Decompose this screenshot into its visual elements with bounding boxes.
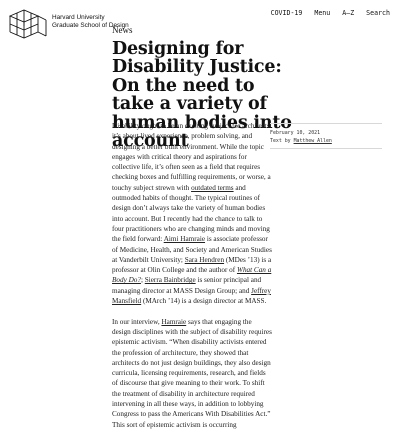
p1-text-1: Disability ought to be an exciting subje… — [112, 122, 272, 192]
link-hamraie[interactable]: Hamraie — [161, 318, 186, 326]
gsd-logo-icon[interactable] — [6, 6, 52, 46]
top-nav: COVID-19 Menu A–Z Search — [271, 9, 390, 17]
link-aimi-hamraie[interactable]: Aimi Hamraie — [164, 235, 205, 243]
nav-a-z[interactable]: A–Z — [342, 9, 354, 17]
article-body: Disability ought to be an exciting subje… — [112, 121, 272, 440]
p1-text-7: (MArch ’14) is a design director at MASS… — [141, 297, 267, 306]
byline-prefix: Text by — [270, 138, 294, 145]
school-name-line1: Harvard University — [52, 14, 105, 21]
nav-covid[interactable]: COVID-19 — [271, 9, 303, 17]
article-meta: February 10, 2021 Text by Matthew Allen — [270, 123, 382, 149]
author-link[interactable]: Matthew Allen — [294, 138, 332, 144]
paragraph-2: In our interview, Hamraie says that enga… — [112, 317, 272, 430]
paragraph-1: Disability ought to be an exciting subje… — [112, 121, 272, 306]
link-outdated-terms[interactable]: outdated terms — [191, 184, 234, 192]
section-label[interactable]: News — [112, 25, 133, 35]
link-sierra-bainbridge[interactable]: Sierra Bainbridge — [145, 276, 196, 284]
link-sara-hendren[interactable]: Sara Hendren — [185, 256, 224, 264]
p2-text-1: In our interview, — [112, 317, 162, 326]
nav-menu[interactable]: Menu — [314, 9, 330, 17]
publish-date: February 10, 2021 — [270, 130, 321, 136]
p2-text-2: says that engaging the design discipline… — [112, 317, 272, 429]
nav-search[interactable]: Search — [366, 9, 390, 17]
byline: Text by Matthew Allen — [270, 137, 382, 145]
